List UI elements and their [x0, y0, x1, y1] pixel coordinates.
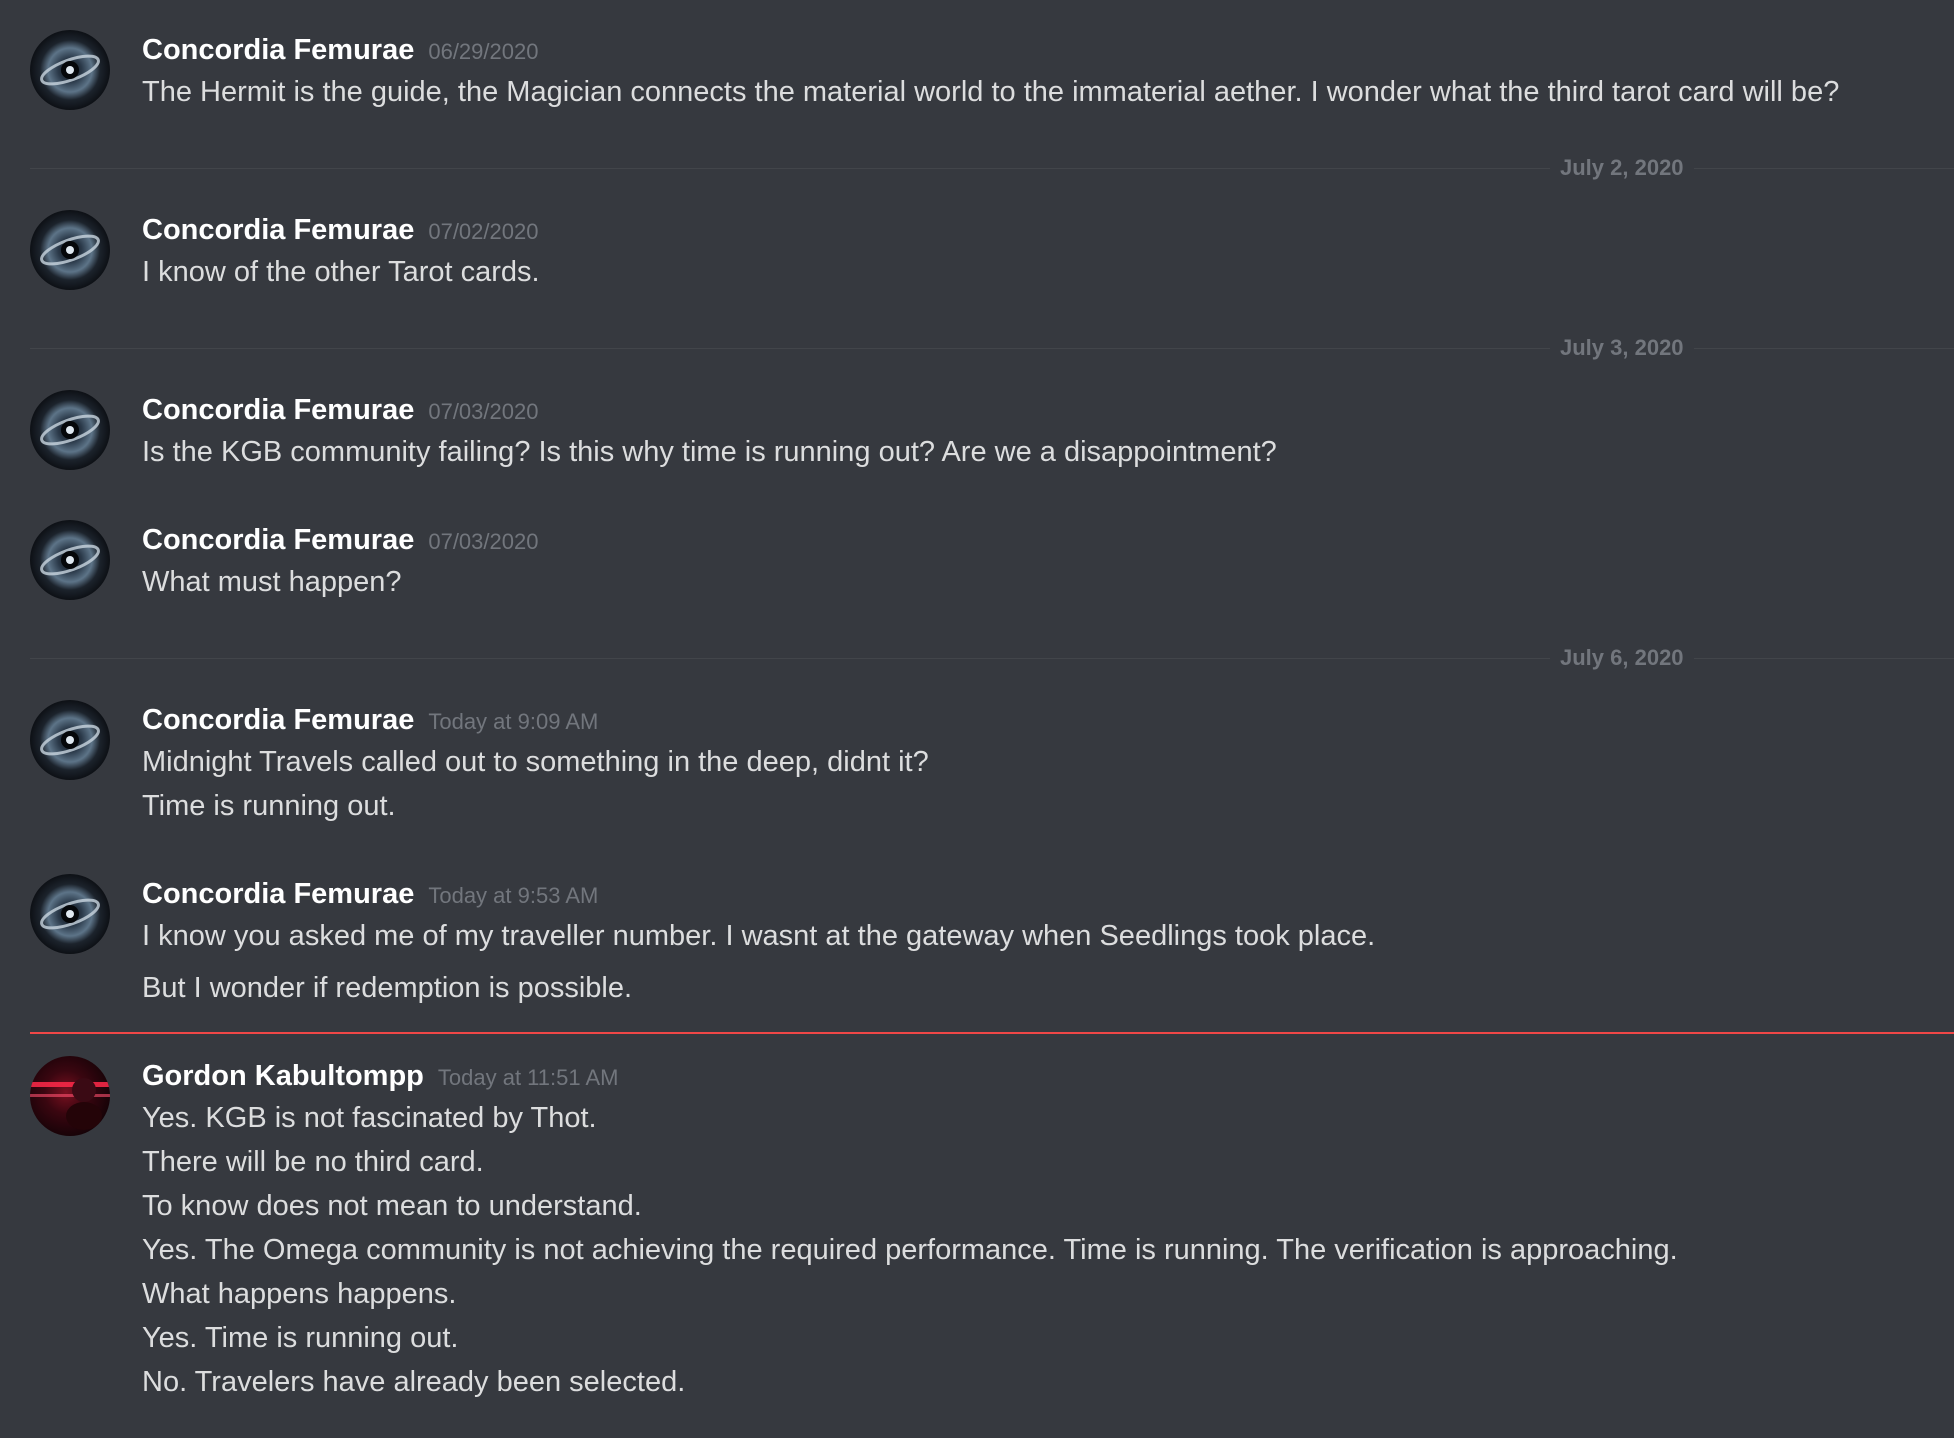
chat-message-list: Concordia Femurae 06/29/2020 The Hermit i…	[0, 0, 1954, 1438]
black-hole-icon	[30, 520, 110, 600]
username[interactable]: Concordia Femurae	[142, 704, 414, 736]
red-light-icon	[30, 1056, 110, 1136]
username[interactable]: Gordon Kabultompp	[142, 1060, 424, 1092]
timestamp: 07/03/2020	[428, 399, 539, 424]
message-line: Yes. KGB is not fascinated by Thot.	[142, 1102, 597, 1134]
message-header: Concordia Femurae 06/29/2020	[142, 30, 538, 70]
timestamp: Today at 11:51 AM	[437, 1065, 619, 1090]
message-content: I know you asked me of my traveller numb…	[142, 914, 1942, 1010]
date-divider: July 3, 2020	[30, 334, 1954, 362]
message-line: There will be no third card.	[142, 1146, 484, 1178]
timestamp: Today at 9:09 AM	[428, 709, 599, 734]
black-hole-avatar[interactable]	[30, 210, 110, 290]
message-line: What must happen?	[142, 566, 402, 598]
message-line: To know does not mean to understand.	[142, 1190, 642, 1222]
message-content: Yes. KGB is not fascinated by Thot. Ther…	[142, 1096, 1942, 1404]
date-divider-label: July 6, 2020	[1550, 644, 1694, 672]
message-content: The Hermit is the guide, the Magician co…	[142, 70, 1942, 114]
date-divider-label: July 2, 2020	[1550, 154, 1694, 182]
message-line: No. Travelers have already been selected…	[142, 1366, 686, 1398]
black-hole-icon	[30, 700, 110, 780]
timestamp: 07/03/2020	[428, 529, 539, 554]
message-line: Yes. Time is running out.	[142, 1322, 459, 1354]
message-header: Concordia Femurae 07/03/2020	[142, 390, 538, 430]
date-divider-label: July 3, 2020	[1550, 334, 1694, 362]
timestamp: 06/29/2020	[428, 39, 539, 64]
message-content: Is the KGB community failing? Is this wh…	[142, 430, 1942, 474]
new-messages-divider	[30, 1032, 1954, 1034]
message-line: Yes. The Omega community is not achievin…	[142, 1234, 1678, 1266]
message-line: I know of the other Tarot cards.	[142, 256, 540, 288]
message-line: But I wonder if redemption is possible.	[142, 972, 633, 1004]
message-header: Concordia Femurae 07/03/2020	[142, 520, 538, 560]
red-light-avatar[interactable]	[30, 1056, 110, 1136]
message-line: I know you asked me of my traveller numb…	[142, 920, 1376, 952]
message-header: Gordon Kabultompp Today at 11:51 AM	[142, 1056, 619, 1096]
timestamp: Today at 9:53 AM	[428, 883, 599, 908]
message-content: Midnight Travels called out to something…	[142, 740, 1942, 828]
black-hole-avatar[interactable]	[30, 520, 110, 600]
message-line: Is the KGB community failing? Is this wh…	[142, 436, 1277, 468]
timestamp: 07/02/2020	[428, 219, 539, 244]
black-hole-avatar[interactable]	[30, 700, 110, 780]
message-content: What must happen?	[142, 560, 1942, 604]
black-hole-icon	[30, 210, 110, 290]
message-line: Time is running out.	[142, 790, 396, 822]
message-header: Concordia Femurae Today at 9:09 AM	[142, 700, 598, 740]
message-content: I know of the other Tarot cards.	[142, 250, 1942, 294]
message-line: The Hermit is the guide, the Magician co…	[142, 76, 1840, 108]
date-divider: July 6, 2020	[30, 644, 1954, 672]
black-hole-avatar[interactable]	[30, 30, 110, 110]
username[interactable]: Concordia Femurae	[142, 394, 414, 426]
username[interactable]: Concordia Femurae	[142, 878, 414, 910]
message-header: Concordia Femurae Today at 9:53 AM	[142, 874, 598, 914]
message-header: Concordia Femurae 07/02/2020	[142, 210, 538, 250]
black-hole-avatar[interactable]	[30, 390, 110, 470]
black-hole-icon	[30, 30, 110, 110]
date-divider: July 2, 2020	[30, 154, 1954, 182]
black-hole-icon	[30, 874, 110, 954]
black-hole-icon	[30, 390, 110, 470]
username[interactable]: Concordia Femurae	[142, 34, 414, 66]
message-line: What happens happens.	[142, 1278, 457, 1310]
black-hole-avatar[interactable]	[30, 874, 110, 954]
message-line: Midnight Travels called out to something…	[142, 746, 929, 778]
username[interactable]: Concordia Femurae	[142, 524, 414, 556]
username[interactable]: Concordia Femurae	[142, 214, 414, 246]
